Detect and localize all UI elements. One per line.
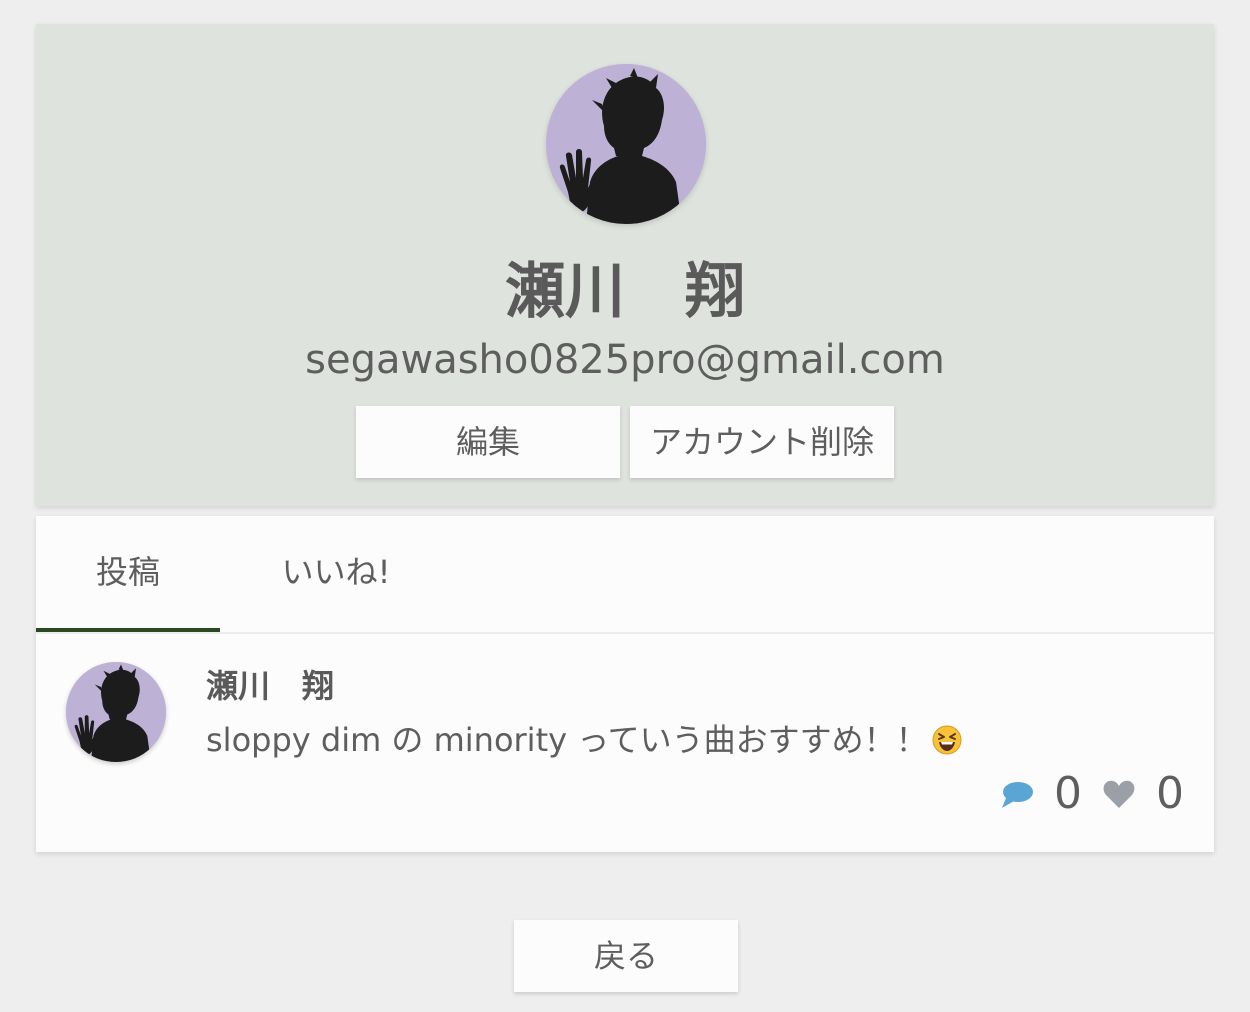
tab-bar: 投稿 いいね!: [36, 516, 1214, 634]
active-tab-indicator: [36, 628, 220, 632]
profile-email: segawasho0825pro@gmail.com: [305, 337, 945, 383]
post-author-avatar[interactable]: [66, 662, 166, 762]
posts-panel: 投稿 いいね! 瀬川 翔 sloppy dim の minority っていう曲…: [36, 516, 1214, 852]
grinning-squinting-face-icon: [932, 725, 962, 755]
back-button[interactable]: 戻る: [514, 920, 738, 992]
post-author-name: 瀬川 翔: [206, 667, 335, 705]
like-count: 0: [1156, 768, 1184, 819]
tab-likes[interactable]: いいね!: [220, 516, 452, 632]
profile-avatar: [546, 64, 706, 224]
heart-icon[interactable]: [1102, 777, 1136, 811]
comment-count: 0: [1054, 768, 1082, 819]
profile-name: 瀬川 翔: [505, 257, 745, 327]
tab-posts[interactable]: 投稿: [36, 516, 220, 632]
profile-page: 瀬川 翔 segawasho0825pro@gmail.com 編集 アカウント…: [0, 0, 1250, 1012]
user-silhouette-icon: [546, 64, 706, 224]
delete-account-button[interactable]: アカウント削除: [630, 406, 894, 478]
edit-button[interactable]: 編集: [356, 406, 620, 478]
post-item[interactable]: 瀬川 翔 sloppy dim の minority っていう曲おすすめ！！ 0: [36, 634, 1214, 852]
post-content: sloppy dim の minority っていう曲おすすめ！！: [206, 718, 962, 762]
comment-icon[interactable]: [1000, 777, 1034, 811]
profile-card: 瀬川 翔 segawasho0825pro@gmail.com 編集 アカウント…: [36, 24, 1214, 506]
post-stats: 0 0: [1000, 766, 1184, 822]
user-silhouette-icon: [66, 662, 166, 762]
post-text: sloppy dim の minority っていう曲おすすめ！！: [206, 721, 928, 759]
